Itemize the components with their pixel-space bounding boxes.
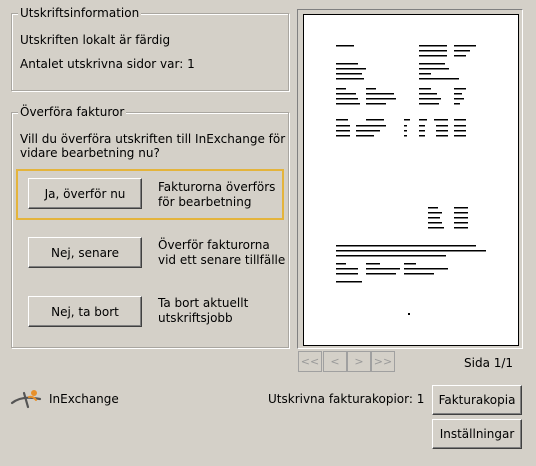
transfer-question-line2: vidare bearbetning nu?	[20, 146, 160, 160]
delete-job-button[interactable]: Nej, ta bort	[28, 296, 142, 327]
transfer-now-description: Fakturorna överförs för bearbetning	[158, 180, 275, 210]
invoice-preview-thumbnail	[336, 45, 486, 315]
logo-text: InExchange	[49, 392, 119, 406]
transfer-legend: Överföra fakturor	[18, 105, 127, 119]
delete-job-desc-line2: utskriftsjobb	[158, 311, 233, 325]
transfer-question-line1: Vill du överföra utskriften till InExcha…	[20, 132, 286, 146]
delete-job-desc-line1: Ta bort aktuellt	[158, 296, 249, 310]
pages-printed-text: Antalet utskrivna sidor var: 1	[20, 57, 195, 71]
transfer-now-desc-line1: Fakturorna överförs	[158, 180, 276, 194]
transfer-later-desc-line1: Överför fakturorna	[158, 238, 270, 252]
copies-printed-text: Utskrivna fakturakopior: 1	[268, 392, 425, 406]
inexchange-logo-icon	[10, 387, 44, 411]
print-info-legend: Utskriftsinformation	[18, 6, 142, 20]
invoice-preview-page[interactable]	[303, 14, 519, 346]
transfer-now-desc-line2: för bearbetning	[158, 195, 252, 209]
transfer-later-description: Överför fakturorna vid ett senare tillfä…	[158, 238, 285, 268]
settings-button[interactable]: Inställningar	[432, 419, 522, 449]
delete-job-description: Ta bort aktuellt utskriftsjobb	[158, 296, 248, 326]
last-page-button[interactable]: >>	[371, 351, 395, 372]
transfer-now-button[interactable]: Ja, överför nu	[28, 178, 142, 209]
prev-page-button[interactable]: <	[323, 351, 347, 372]
next-page-button[interactable]: >	[347, 351, 371, 372]
print-status-text: Utskriften lokalt är färdig	[20, 33, 171, 47]
print-info-group: Utskriftsinformation	[11, 6, 289, 91]
invoice-copy-button[interactable]: Fakturakopia	[432, 385, 522, 415]
page-indicator: Sida 1/1	[464, 356, 514, 370]
first-page-button[interactable]: <<	[298, 351, 322, 372]
transfer-later-desc-line2: vid ett senare tillfälle	[158, 253, 286, 267]
transfer-later-button[interactable]: Nej, senare	[28, 237, 142, 268]
